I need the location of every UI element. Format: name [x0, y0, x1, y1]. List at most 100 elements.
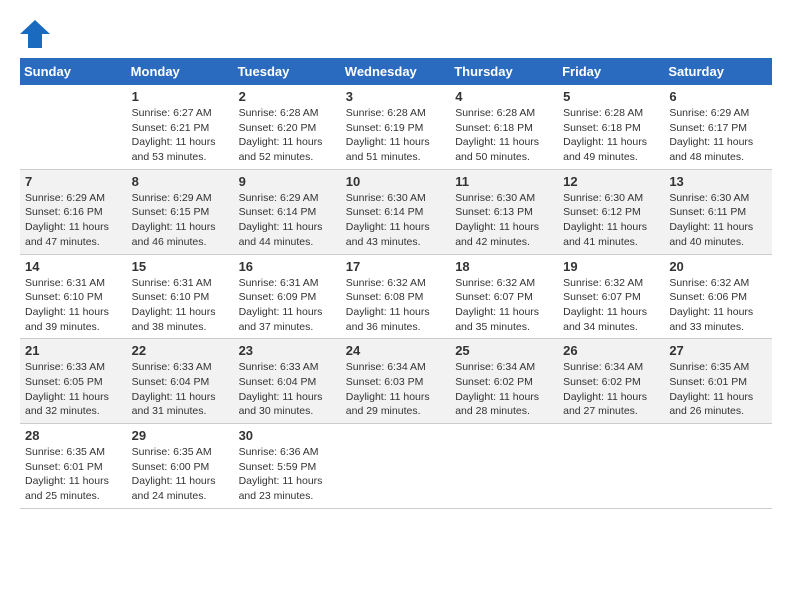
day-number: 4	[455, 89, 553, 104]
calendar-cell: 28 Sunrise: 6:35 AMSunset: 6:01 PMDayligh…	[20, 424, 127, 509]
calendar-cell	[664, 424, 772, 509]
day-number: 11	[455, 174, 553, 189]
day-number: 5	[563, 89, 659, 104]
day-number: 17	[346, 259, 445, 274]
logo	[20, 20, 54, 48]
day-info: Sunrise: 6:33 AMSunset: 6:04 PMDaylight:…	[132, 360, 229, 419]
calendar-cell: 30Sunrise: 6:36 AMSunset: 5:59 PMDayligh…	[234, 424, 341, 509]
calendar-cell: 9 Sunrise: 6:29 AMSunset: 6:14 PMDaylight…	[234, 169, 341, 254]
day-info: Sunrise: 6:34 AMSunset: 6:03 PMDaylight:…	[346, 360, 445, 419]
week-row-4: 21 Sunrise: 6:33 AMSunset: 6:05 PMDayligh…	[20, 339, 772, 424]
calendar-cell: 10Sunrise: 6:30 AMSunset: 6:14 PMDayligh…	[341, 169, 450, 254]
weekday-header-sunday: Sunday	[20, 58, 127, 85]
calendar-cell: 3Sunrise: 6:28 AMSunset: 6:19 PMDaylight…	[341, 85, 450, 169]
day-info: Sunrise: 6:31 AMSunset: 6:09 PMDaylight:…	[239, 276, 336, 335]
calendar-cell: 6Sunrise: 6:29 AMSunset: 6:17 PMDaylight…	[664, 85, 772, 169]
calendar-cell: 26 Sunrise: 6:34 AMSunset: 6:02 PMDayligh…	[558, 339, 664, 424]
day-info: Sunrise: 6:35 AMSunset: 6:01 PMDaylight:…	[669, 360, 767, 419]
calendar-cell: 23 Sunrise: 6:33 AMSunset: 6:04 PMDayligh…	[234, 339, 341, 424]
calendar-cell: 2 Sunrise: 6:28 AMSunset: 6:20 PMDaylight…	[234, 85, 341, 169]
day-number: 18	[455, 259, 553, 274]
day-info: Sunrise: 6:28 AMSunset: 6:18 PMDaylight:…	[455, 106, 553, 165]
day-info: Sunrise: 6:35 AMSunset: 6:01 PMDaylight:…	[25, 445, 122, 504]
weekday-header-saturday: Saturday	[664, 58, 772, 85]
day-number: 8	[132, 174, 229, 189]
day-number: 2	[239, 89, 336, 104]
calendar-cell: 18 Sunrise: 6:32 AMSunset: 6:07 PMDayligh…	[450, 254, 558, 339]
day-info: Sunrise: 6:28 AMSunset: 6:20 PMDaylight:…	[239, 106, 336, 165]
day-number: 22	[132, 343, 229, 358]
calendar-cell: 25 Sunrise: 6:34 AMSunset: 6:02 PMDayligh…	[450, 339, 558, 424]
calendar-cell: 12 Sunrise: 6:30 AMSunset: 6:12 PMDayligh…	[558, 169, 664, 254]
weekday-header-thursday: Thursday	[450, 58, 558, 85]
calendar-cell: 24 Sunrise: 6:34 AMSunset: 6:03 PMDayligh…	[341, 339, 450, 424]
page-header	[20, 20, 772, 48]
day-number: 10	[346, 174, 445, 189]
day-info: Sunrise: 6:33 AMSunset: 6:05 PMDaylight:…	[25, 360, 122, 419]
day-info: Sunrise: 6:36 AMSunset: 5:59 PMDaylight:…	[239, 445, 336, 504]
calendar-cell: 22 Sunrise: 6:33 AMSunset: 6:04 PMDayligh…	[127, 339, 234, 424]
day-number: 21	[25, 343, 122, 358]
weekday-header-wednesday: Wednesday	[341, 58, 450, 85]
day-number: 19	[563, 259, 659, 274]
day-number: 16	[239, 259, 336, 274]
day-number: 20	[669, 259, 767, 274]
day-info: Sunrise: 6:35 AMSunset: 6:00 PMDaylight:…	[132, 445, 229, 504]
day-info: Sunrise: 6:29 AMSunset: 6:16 PMDaylight:…	[25, 191, 122, 250]
day-info: Sunrise: 6:30 AMSunset: 6:11 PMDaylight:…	[669, 191, 767, 250]
day-number: 1	[132, 89, 229, 104]
calendar-cell	[20, 85, 127, 169]
calendar-cell: 7 Sunrise: 6:29 AMSunset: 6:16 PMDaylight…	[20, 169, 127, 254]
calendar-cell: 5 Sunrise: 6:28 AMSunset: 6:18 PMDaylight…	[558, 85, 664, 169]
calendar-cell	[450, 424, 558, 509]
calendar-cell: 15 Sunrise: 6:31 AMSunset: 6:10 PMDayligh…	[127, 254, 234, 339]
calendar-cell	[341, 424, 450, 509]
day-number: 25	[455, 343, 553, 358]
day-number: 29	[132, 428, 229, 443]
calendar-cell: 8 Sunrise: 6:29 AMSunset: 6:15 PMDaylight…	[127, 169, 234, 254]
day-info: Sunrise: 6:28 AMSunset: 6:18 PMDaylight:…	[563, 106, 659, 165]
calendar-cell: 19Sunrise: 6:32 AMSunset: 6:07 PMDayligh…	[558, 254, 664, 339]
week-row-5: 28 Sunrise: 6:35 AMSunset: 6:01 PMDayligh…	[20, 424, 772, 509]
day-number: 23	[239, 343, 336, 358]
day-number: 28	[25, 428, 122, 443]
day-number: 3	[346, 89, 445, 104]
calendar-cell: 14 Sunrise: 6:31 AMSunset: 6:10 PMDayligh…	[20, 254, 127, 339]
calendar-cell: 16 Sunrise: 6:31 AMSunset: 6:09 PMDayligh…	[234, 254, 341, 339]
day-number: 15	[132, 259, 229, 274]
day-info: Sunrise: 6:30 AMSunset: 6:13 PMDaylight:…	[455, 191, 553, 250]
day-info: Sunrise: 6:30 AMSunset: 6:12 PMDaylight:…	[563, 191, 659, 250]
calendar-cell: 29 Sunrise: 6:35 AMSunset: 6:00 PMDayligh…	[127, 424, 234, 509]
calendar-cell: 13Sunrise: 6:30 AMSunset: 6:11 PMDayligh…	[664, 169, 772, 254]
weekday-header-tuesday: Tuesday	[234, 58, 341, 85]
calendar-cell: 4 Sunrise: 6:28 AMSunset: 6:18 PMDaylight…	[450, 85, 558, 169]
day-info: Sunrise: 6:32 AMSunset: 6:07 PMDaylight:…	[455, 276, 553, 335]
week-row-1: 1 Sunrise: 6:27 AMSunset: 6:21 PMDaylight…	[20, 85, 772, 169]
day-number: 14	[25, 259, 122, 274]
day-info: Sunrise: 6:27 AMSunset: 6:21 PMDaylight:…	[132, 106, 229, 165]
calendar-cell: 1 Sunrise: 6:27 AMSunset: 6:21 PMDaylight…	[127, 85, 234, 169]
day-info: Sunrise: 6:29 AMSunset: 6:17 PMDaylight:…	[669, 106, 767, 165]
day-number: 12	[563, 174, 659, 189]
day-number: 24	[346, 343, 445, 358]
calendar-table: SundayMondayTuesdayWednesdayThursdayFrid…	[20, 58, 772, 509]
day-info: Sunrise: 6:34 AMSunset: 6:02 PMDaylight:…	[563, 360, 659, 419]
calendar-cell: 17 Sunrise: 6:32 AMSunset: 6:08 PMDayligh…	[341, 254, 450, 339]
day-info: Sunrise: 6:34 AMSunset: 6:02 PMDaylight:…	[455, 360, 553, 419]
day-number: 26	[563, 343, 659, 358]
calendar-cell: 20Sunrise: 6:32 AMSunset: 6:06 PMDayligh…	[664, 254, 772, 339]
weekday-header-row: SundayMondayTuesdayWednesdayThursdayFrid…	[20, 58, 772, 85]
calendar-cell: 11 Sunrise: 6:30 AMSunset: 6:13 PMDayligh…	[450, 169, 558, 254]
weekday-header-friday: Friday	[558, 58, 664, 85]
day-info: Sunrise: 6:31 AMSunset: 6:10 PMDaylight:…	[25, 276, 122, 335]
day-info: Sunrise: 6:29 AMSunset: 6:14 PMDaylight:…	[239, 191, 336, 250]
day-number: 9	[239, 174, 336, 189]
calendar-cell	[558, 424, 664, 509]
day-info: Sunrise: 6:32 AMSunset: 6:08 PMDaylight:…	[346, 276, 445, 335]
day-number: 7	[25, 174, 122, 189]
day-info: Sunrise: 6:33 AMSunset: 6:04 PMDaylight:…	[239, 360, 336, 419]
calendar-cell: 27Sunrise: 6:35 AMSunset: 6:01 PMDayligh…	[664, 339, 772, 424]
week-row-2: 7 Sunrise: 6:29 AMSunset: 6:16 PMDaylight…	[20, 169, 772, 254]
day-info: Sunrise: 6:31 AMSunset: 6:10 PMDaylight:…	[132, 276, 229, 335]
day-info: Sunrise: 6:29 AMSunset: 6:15 PMDaylight:…	[132, 191, 229, 250]
